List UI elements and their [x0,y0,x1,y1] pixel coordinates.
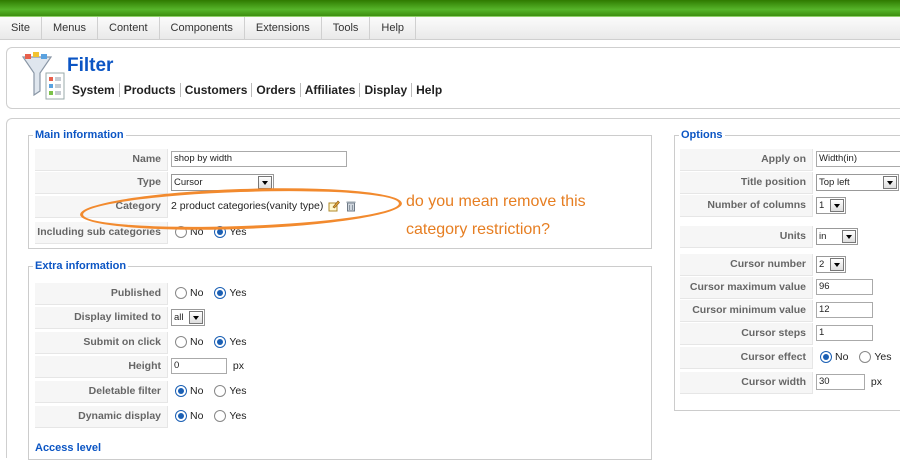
menu-tools[interactable]: Tools [322,17,371,40]
delete-category-icon[interactable] [345,200,357,212]
display-limited-select[interactable]: all [171,308,205,326]
dropdown-arrow-icon [883,175,897,189]
type-select[interactable]: Cursor [171,173,274,191]
deletable-no-radio[interactable] [175,385,187,398]
name-row: Name shop by width [35,149,647,171]
submenu-orders[interactable]: Orders [252,83,301,97]
submit-yes-radio[interactable] [214,336,227,349]
cursor-effect-label: Cursor effect [680,347,813,369]
cursor-max-label: Cursor maximum value [680,277,813,299]
edit-category-icon[interactable] [328,200,341,212]
cursor-steps-row: Cursor steps 1 [680,323,900,345]
menu-content[interactable]: Content [98,17,160,40]
cursor-effect-no-radio[interactable] [820,351,832,364]
menu-extensions[interactable]: Extensions [245,17,322,40]
subcat-yes-radio[interactable] [214,226,227,239]
page-title: Filter [67,55,114,76]
submenu-display[interactable]: Display [360,83,413,97]
cursor-width-input[interactable]: 30 [816,374,865,391]
cursor-max-input[interactable]: 96 [816,279,873,296]
admin-menubar: Site Menus Content Components Extensions… [0,17,900,40]
category-value: 2 product categories(vanity type) [171,200,324,212]
height-row: Height 0 px [35,356,647,378]
title-position-select[interactable]: Top left [816,173,899,191]
height-label: Height [35,356,168,378]
name-label: Name [35,149,168,171]
units-label: Units [680,226,813,248]
cursor-min-row: Cursor minimum value 12 [680,300,900,322]
apply-on-row: Apply on Width(in) [680,149,900,171]
dropdown-arrow-icon [258,175,272,189]
dynamic-display-label: Dynamic display [35,406,168,428]
dropdown-arrow-icon [830,198,844,212]
cursor-effect-row: Cursor effect No Yes [680,347,900,369]
published-no-radio[interactable] [175,287,187,300]
cursor-effect-yes-radio[interactable] [859,351,872,364]
deletable-yes-radio[interactable] [214,385,227,398]
dropdown-arrow-icon [842,229,856,243]
menu-menus[interactable]: Menus [42,17,98,40]
columns-select[interactable]: 1 [816,196,846,214]
title-position-label: Title position [680,172,813,194]
submenu-customers[interactable]: Customers [181,83,253,97]
height-unit: px [232,360,245,372]
deletable-label: Deletable filter [35,381,168,403]
top-green-bar [0,0,900,17]
cursor-steps-label: Cursor steps [680,323,813,345]
units-row: Units in [680,226,900,248]
title-position-row: Title position Top left [680,172,900,194]
apply-on-label: Apply on [680,149,813,171]
submit-on-click-row: Submit on click No Yes [35,332,647,354]
published-row: Published No Yes [35,283,647,305]
name-input[interactable]: shop by width [171,151,347,168]
apply-on-select[interactable]: Width(in) [816,151,900,168]
page-header: Filter System Products Customers Orders … [6,47,900,109]
submenu-help[interactable]: Help [412,83,446,97]
cursor-max-row: Cursor maximum value 96 [680,277,900,299]
cursor-number-select[interactable]: 2 [816,255,846,273]
submit-on-click-label: Submit on click [35,332,168,354]
display-limited-label: Display limited to [35,307,168,329]
options-legend: Options [681,129,723,141]
cursor-width-unit: px [870,376,883,388]
cursor-width-row: Cursor width 30 px [680,372,900,394]
deletable-row: Deletable filter No Yes [35,381,647,403]
type-label: Type [35,172,168,194]
subcat-no-radio[interactable] [175,226,187,239]
published-label: Published [35,283,168,305]
menu-components[interactable]: Components [160,17,245,40]
cursor-steps-input[interactable]: 1 [816,325,873,342]
dropdown-arrow-icon [189,310,203,324]
category-label: Category [35,196,168,218]
submenu: System Products Customers Orders Affilia… [67,83,446,97]
extra-information-legend: Extra information [35,260,127,272]
access-level-legend: Access level [35,442,102,454]
submenu-system[interactable]: System [67,83,120,97]
cursor-min-input[interactable]: 12 [816,302,873,319]
filter-logo-icon [21,52,65,100]
main-information-legend: Main information [35,129,124,141]
columns-row: Number of columns 1 [680,195,900,217]
subcategories-label: Including sub categories [35,222,168,244]
cursor-width-label: Cursor width [680,372,813,394]
units-select[interactable]: in [816,227,858,245]
cursor-number-row: Cursor number 2 [680,254,900,276]
display-limited-row: Display limited to all [35,307,647,329]
columns-label: Number of columns [680,195,813,217]
dynamic-no-radio[interactable] [175,410,187,423]
height-input[interactable]: 0 [171,358,227,375]
cursor-min-label: Cursor minimum value [680,300,813,322]
dynamic-yes-radio[interactable] [214,410,227,423]
menu-help[interactable]: Help [370,17,417,40]
published-yes-radio[interactable] [214,287,227,300]
annotation-text: do you mean remove this category restric… [406,193,586,238]
submit-no-radio[interactable] [175,336,187,349]
dropdown-arrow-icon [830,257,844,271]
submenu-affiliates[interactable]: Affiliates [301,83,361,97]
menu-site[interactable]: Site [0,17,42,40]
cursor-number-label: Cursor number [680,254,813,276]
dynamic-display-row: Dynamic display No Yes [35,406,647,428]
submenu-products[interactable]: Products [120,83,181,97]
